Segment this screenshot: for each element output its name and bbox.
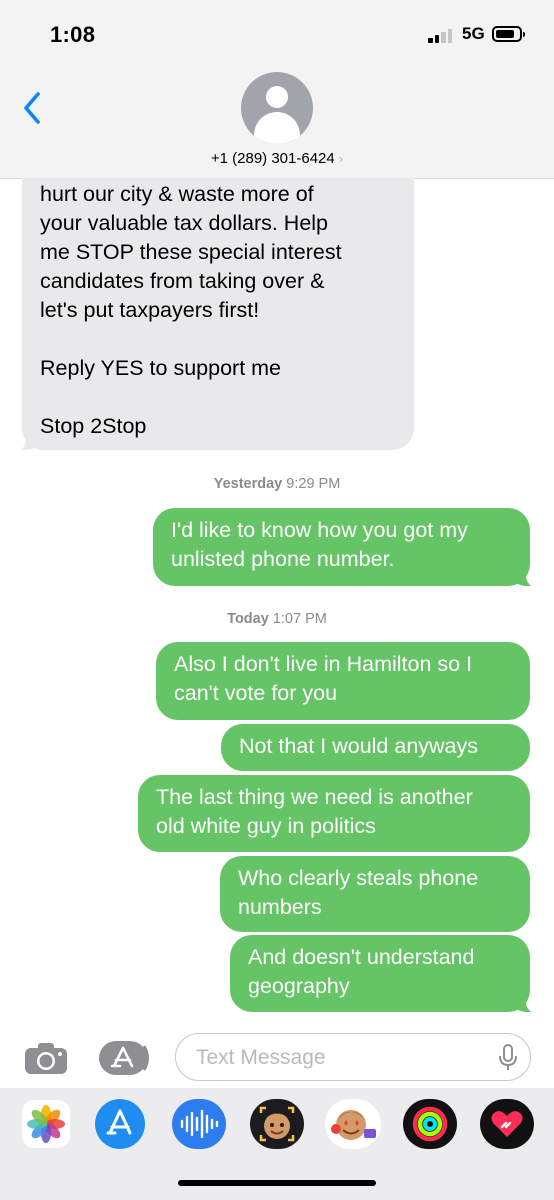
message-bubble-outgoing[interactable]: Not that I would anyways xyxy=(221,724,530,771)
message-line: your valuable tax dollars. Help xyxy=(40,211,329,235)
message-line: Not that I would anyways xyxy=(239,734,479,758)
message-line: let's put taxpayers first! xyxy=(40,298,260,322)
message-line: Reply YES to support me xyxy=(40,356,282,380)
message-bubble-outgoing[interactable]: Who clearly steals phone numbers xyxy=(220,856,530,932)
timestamp: Today 1:07 PM xyxy=(0,611,554,627)
signal-icon xyxy=(428,29,456,43)
message-bubble-incoming[interactable]: hurt our city & waste more of your valua… xyxy=(22,178,414,450)
camera-button[interactable] xyxy=(24,1041,68,1075)
message-line: Who clearly steals phone xyxy=(238,866,479,890)
message-line: geography xyxy=(248,974,350,998)
status-time: 1:08 xyxy=(50,22,96,47)
message-bubble-outgoing[interactable]: And doesn't understand geography xyxy=(230,935,530,1012)
camera-icon xyxy=(25,1043,67,1074)
photos-icon[interactable] xyxy=(22,1100,70,1148)
activity-icon[interactable] xyxy=(403,1099,457,1149)
battery-icon xyxy=(492,26,525,42)
memoji-stickers-icon[interactable] xyxy=(325,1099,381,1149)
conversation-header: +1 (289) 301-6424 › xyxy=(0,70,554,179)
message-line: The last thing we need is another xyxy=(156,785,473,809)
message-line: hurt our city & waste more of xyxy=(40,182,314,206)
chevron-left-icon xyxy=(24,92,40,124)
dictation-button[interactable] xyxy=(498,1044,518,1072)
message-bubble-outgoing[interactable]: The last thing we need is another old wh… xyxy=(138,775,530,852)
chevron-right-icon: › xyxy=(338,151,344,166)
status-bar: 1:08 5G xyxy=(0,0,554,70)
timestamp-time: 9:29 PM xyxy=(286,476,341,492)
app-drawer-button[interactable] xyxy=(98,1040,152,1076)
message-line: And doesn't understand xyxy=(248,945,475,969)
timestamp-day: Yesterday xyxy=(213,476,283,492)
digital-touch-icon[interactable] xyxy=(480,1099,534,1149)
memoji-icon[interactable] xyxy=(250,1099,304,1149)
audio-message-icon[interactable] xyxy=(172,1099,226,1149)
message-line: Stop 2Stop xyxy=(40,414,147,438)
message-line: candidates from taking over & xyxy=(40,269,325,293)
back-button[interactable] xyxy=(18,88,50,128)
timestamp: Yesterday 9:29 PM xyxy=(0,476,554,492)
app-store-icon xyxy=(99,1041,149,1075)
message-line: me STOP these special interest xyxy=(40,240,342,264)
microphone-icon xyxy=(499,1044,517,1070)
contact-name-button[interactable]: +1 (289) 301-6424 › xyxy=(0,150,554,167)
app-store-icon[interactable] xyxy=(95,1099,145,1149)
timestamp-day: Today xyxy=(227,611,269,627)
message-line: can't vote for you xyxy=(174,681,338,705)
contact-avatar[interactable] xyxy=(241,72,313,144)
contact-name: +1 (289) 301-6424 xyxy=(210,150,335,167)
message-line: numbers xyxy=(238,895,322,919)
message-line: Also I don't live in Hamilton so I xyxy=(174,652,473,676)
message-line: I'd like to know how you got my xyxy=(171,518,468,542)
message-line: unlisted phone number. xyxy=(171,547,395,571)
message-input[interactable] xyxy=(194,1040,488,1076)
timestamp-time: 1:07 PM xyxy=(272,611,327,627)
message-bubble-outgoing[interactable]: Also I don't live in Hamilton so I can't… xyxy=(156,642,530,720)
message-input-field[interactable] xyxy=(175,1033,531,1081)
home-indicator[interactable] xyxy=(178,1180,376,1186)
message-line: old white guy in politics xyxy=(156,814,376,838)
network-label: 5G xyxy=(462,24,485,43)
message-bubble-outgoing[interactable]: I'd like to know how you got my unlisted… xyxy=(153,508,530,586)
